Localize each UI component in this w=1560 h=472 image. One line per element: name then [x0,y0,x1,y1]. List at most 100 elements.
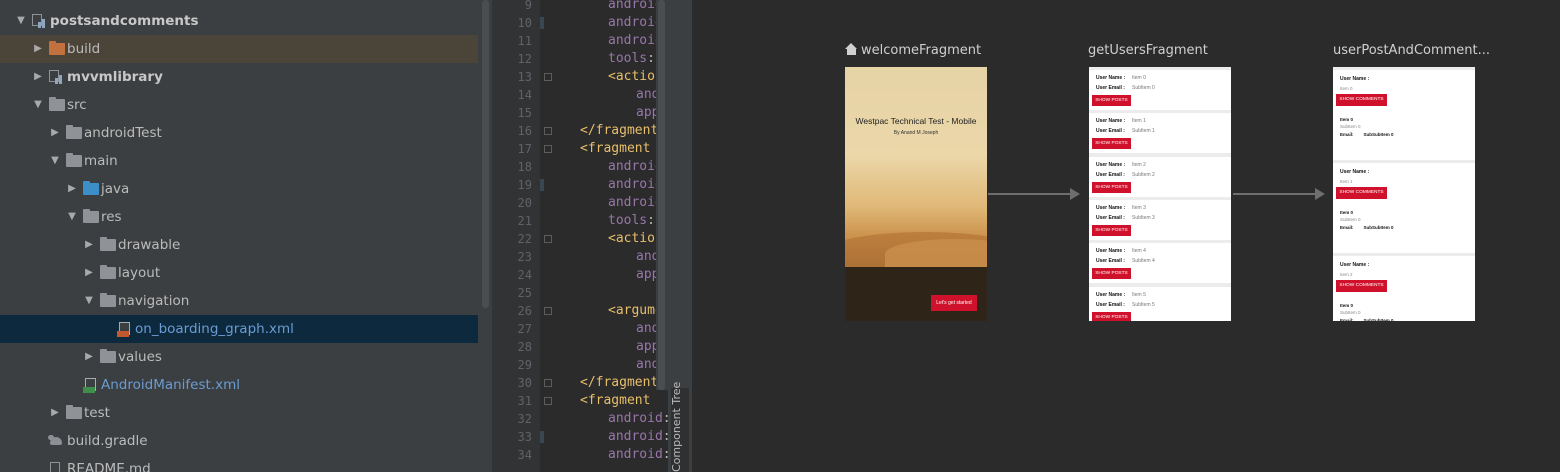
user-email-label: User Email : [1096,302,1125,308]
user-name-value: Item 3 [1132,204,1146,211]
tree-item-main[interactable]: ▼ main [0,147,478,175]
change-marker [540,179,544,191]
tree-item-test[interactable]: ▶ test [0,399,478,427]
line-number: 23 [517,250,532,264]
code-token-ns: tools [608,213,648,228]
expand-arrow-icon[interactable]: ▼ [65,203,79,231]
tree-item-label: layout [118,265,161,281]
navigation-design-canvas[interactable]: welcomeFragment getUsersFragment userPos… [692,0,1560,472]
show-posts-button: SHOW POSTS [1092,181,1131,193]
tree-item-build-gradle[interactable]: build.gradle [0,427,478,455]
line-number: 10 [517,16,532,30]
collapse-arrow-icon[interactable]: ▶ [82,259,96,287]
fold-marker-icon[interactable] [544,73,552,81]
post-title: Item 0 [1340,303,1354,308]
collapse-arrow-icon[interactable]: ▶ [31,63,45,91]
expand-arrow-icon[interactable]: ▼ [14,7,28,35]
code-line[interactable]: </fragment> [580,122,666,140]
action-arrow-users-to-posts[interactable] [1233,193,1317,195]
code-line[interactable]: android:l [608,446,668,464]
email-label: Email: [1340,318,1354,321]
fold-marker-icon[interactable] [544,235,552,243]
tree-scrollbar[interactable] [480,0,492,472]
tree-item-build[interactable]: ▶ build [0,35,478,63]
component-tree-side-tab[interactable]: Component Tree [668,0,692,472]
label-text: User Name : [1096,118,1126,125]
code-token-tag: <fragment [580,141,651,156]
tree-item-java[interactable]: ▶ java [0,175,478,203]
user-name-label: User Name : [1096,118,1125,124]
destination-title-user-posts[interactable]: userPostAndComment... [1333,43,1490,58]
tree-item-postsandcomments[interactable]: ▼ postsandcomments [0,7,478,35]
line-number: 13 [517,70,532,84]
resource-folder-icon [83,209,99,223]
collapse-arrow-icon[interactable]: ▶ [31,35,45,63]
user-name-label: User Name : [1096,205,1125,211]
code-token-tag: <action [608,69,663,84]
destination-get-users-fragment[interactable]: User Name : Item 0 User Email : SubItem 0 SH… [1089,67,1231,321]
user-email-label: User Email : [1096,258,1125,264]
tree-item-androidmanifest[interactable]: AndroidManifest.xml [0,371,478,399]
collapse-arrow-icon[interactable]: ▶ [82,343,96,371]
code-line[interactable]: android:n [608,428,668,446]
code-line[interactable]: </fragment> [580,374,666,392]
destination-welcome-fragment[interactable]: Westpac Technical Test - Mobile By Anand… [845,67,987,321]
post-card: User Name : Item 2 SHOW COMMENTS Item 0 SubI… [1333,256,1475,321]
tree-item-label: drawable [118,237,181,253]
tree-item-mvvmlibrary[interactable]: ▶ mvvmlibrary [0,63,478,91]
user-name-value: Item 2 [1132,161,1146,168]
expand-arrow-icon[interactable]: ▼ [48,147,62,175]
tree-item-label: on_boarding_graph.xml [135,321,294,337]
fold-marker-icon[interactable] [544,307,552,315]
collapse-arrow-icon[interactable]: ▶ [48,399,62,427]
welcome-headline: Westpac Technical Test - Mobile [855,116,977,126]
destination-user-posts-fragment[interactable]: User Name : Item 0 SHOW COMMENTS Item 0 SubI… [1333,67,1475,321]
fold-marker-icon[interactable] [544,397,552,405]
collapse-arrow-icon[interactable]: ▶ [48,119,62,147]
collapse-arrow-icon[interactable]: ▶ [82,231,96,259]
tree-item-src[interactable]: ▼ src [0,91,478,119]
fold-marker-icon[interactable] [544,379,552,387]
component-tree-tab-label[interactable]: Component Tree [670,382,690,472]
comment-row: Email: SubSubItem 0 [1340,225,1394,230]
user-name-value: Item 0 [1132,75,1146,81]
module-icon [49,70,63,84]
editor-scrollbar[interactable] [656,0,668,390]
line-number: 26 [517,304,532,318]
destination-title-get-users[interactable]: getUsersFragment [1088,43,1208,58]
xml-editor[interactable]: 9 10 11 12 13 14 15 16 17 18 19 20 21 22 23 24 25 26 27 28 2… [492,0,668,472]
user-email-label: User Email : [1096,128,1125,134]
tree-item-res[interactable]: ▼ res [0,203,478,231]
expand-arrow-icon[interactable]: ▼ [82,287,96,315]
scrollbar-thumb[interactable] [482,0,489,308]
tree-item-navigation[interactable]: ▼ navigation [0,287,478,315]
fold-marker-icon[interactable] [544,127,552,135]
post-card: User Name : Item 0 SHOW COMMENTS Item 0 SubI… [1333,70,1475,160]
tree-item-androidtest[interactable]: ▶ androidTest [0,119,478,147]
code-line[interactable]: android:i [608,410,668,428]
tree-item-label: java [101,181,130,197]
line-number: 12 [517,52,532,66]
code-line[interactable]: <action [608,68,663,86]
collapse-arrow-icon[interactable]: ▶ [65,175,79,203]
expand-arrow-icon[interactable]: ▼ [31,91,45,119]
code-line[interactable]: <action [608,230,663,248]
tree-item-readme[interactable]: README.md [0,455,478,472]
code-line[interactable]: <fragment [580,392,650,410]
tree-item-layout[interactable]: ▶ layout [0,259,478,287]
tree-item-on-boarding-graph[interactable]: on_boarding_graph.xml [0,315,478,343]
code-token-tag: </fragment> [580,123,667,138]
user-name-value: Item 2 [1340,272,1353,277]
destination-title-welcome[interactable]: welcomeFragment [845,43,981,58]
scrollbar-thumb[interactable] [658,0,665,390]
manifest-file-icon [83,378,98,393]
tree-item-values[interactable]: ▶ values [0,343,478,371]
code-token-ns: tools [608,51,648,66]
tree-item-drawable[interactable]: ▶ drawable [0,231,478,259]
code-line[interactable]: <fragment [580,140,650,158]
user-name-label: User Name : [1096,162,1125,168]
action-arrow-welcome-to-users[interactable] [988,193,1072,195]
comment-value: SubSubItem 0 [1363,225,1394,230]
fold-marker-icon[interactable] [544,145,552,153]
post-subtitle: SubItem 0 [1340,124,1361,129]
